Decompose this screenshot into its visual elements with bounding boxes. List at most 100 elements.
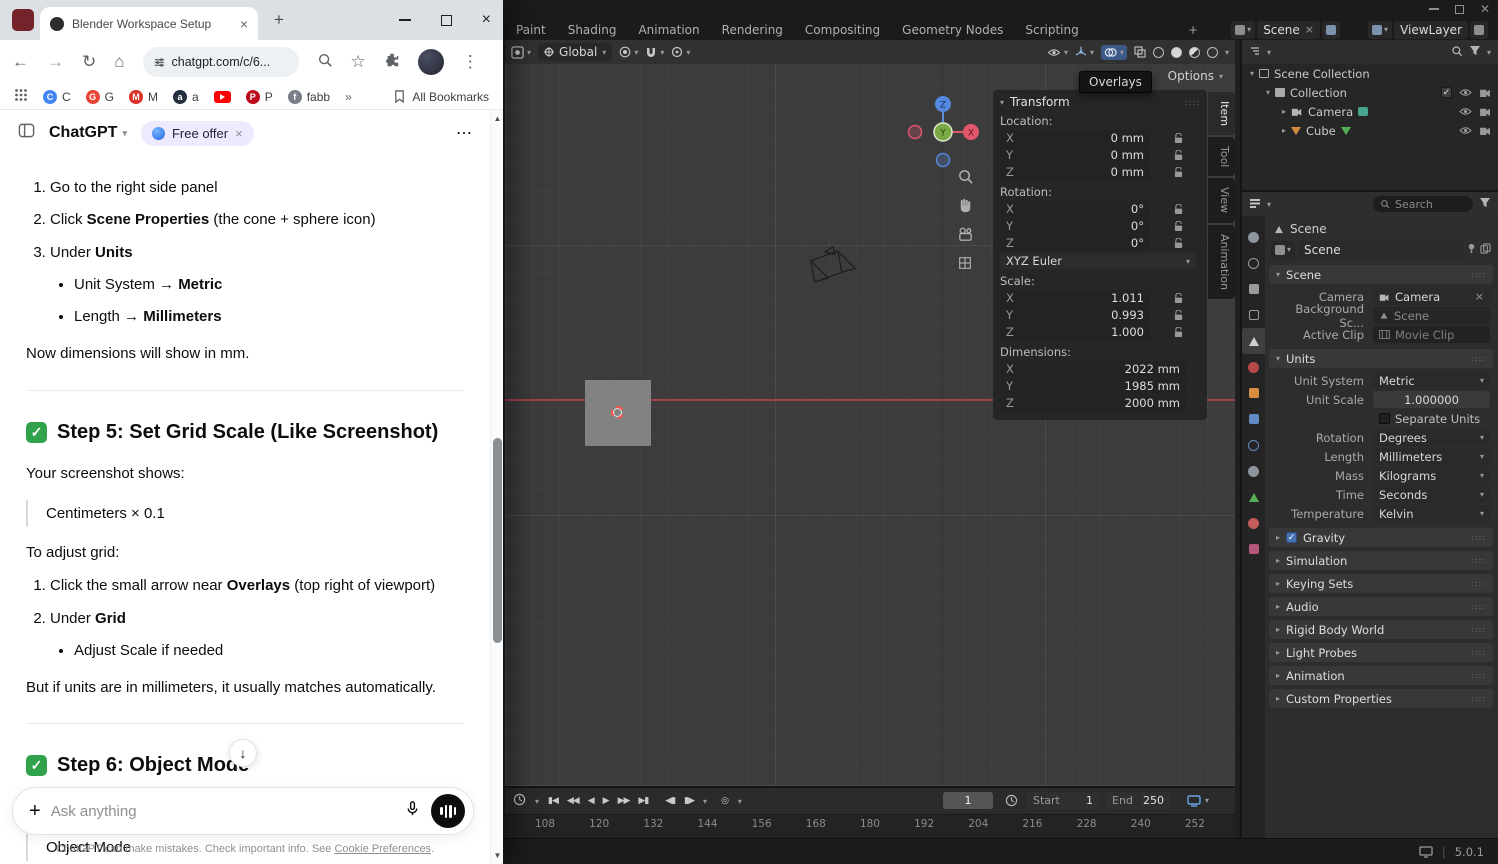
- prev-keyframe-button[interactable]: ◀◀: [567, 796, 580, 806]
- add-workspace-button[interactable]: +: [1180, 20, 1206, 40]
- location-field[interactable]: Y0 mm: [1000, 147, 1150, 163]
- browser-tab[interactable]: Blender Workspace Setup ×: [40, 7, 258, 40]
- close-icon[interactable]: ×: [1305, 23, 1314, 36]
- viewport-3d[interactable]: ▾ Global ▾ ▾ ▾ ▾ ▾ ▾ ▾ ▾ Options ▾ Overl…: [505, 40, 1235, 786]
- workspace-tab[interactable]: Compositing: [794, 20, 891, 40]
- panel-grip-icon[interactable]: ::::: [1471, 625, 1486, 634]
- scale-field[interactable]: X 1.011: [1000, 290, 1150, 306]
- render-visibility-icon[interactable]: [1479, 124, 1492, 138]
- tab-view[interactable]: View: [1208, 178, 1235, 223]
- expand-icon[interactable]: ▸: [1282, 107, 1286, 116]
- camera-field[interactable]: Camera ×: [1373, 288, 1490, 305]
- conversation-menu-icon[interactable]: ⋯: [456, 123, 472, 143]
- unit-dropdown[interactable]: Millimeters ▾: [1373, 448, 1490, 465]
- panel-grip-icon[interactable]: ::::: [1471, 354, 1486, 363]
- render-visibility-icon[interactable]: [1479, 86, 1492, 100]
- transform-orientation-dropdown[interactable]: Global ▾: [538, 43, 613, 61]
- reload-icon[interactable]: ↻: [82, 52, 96, 72]
- properties-search-input[interactable]: Search: [1373, 196, 1473, 212]
- extensions-icon[interactable]: [384, 52, 400, 73]
- bookmark-item-youtube[interactable]: [213, 90, 231, 103]
- search-lens-icon[interactable]: [317, 52, 333, 73]
- panel-grip-icon[interactable]: ::::: [1471, 671, 1486, 680]
- lock-icon[interactable]: [1174, 149, 1183, 161]
- ortho-grid-icon[interactable]: [955, 253, 975, 273]
- viewlayer-browse-button[interactable]: ▾: [1368, 20, 1393, 39]
- next-keyframe-button[interactable]: ▶▶: [618, 796, 631, 806]
- lock-icon[interactable]: [1174, 220, 1183, 232]
- collapsed-panel-header[interactable]: ▸ Rigid Body World ::::: [1269, 620, 1493, 639]
- maximize-icon[interactable]: [1454, 4, 1464, 14]
- background-scene-field[interactable]: Scene: [1373, 307, 1490, 324]
- panel-grip-icon[interactable]: ::::: [1471, 270, 1486, 279]
- outliner-editor-icon[interactable]: [1249, 45, 1261, 60]
- texture-properties-tab[interactable]: [1242, 536, 1265, 562]
- properties-editor-icon[interactable]: [1249, 197, 1261, 212]
- object-properties-tab[interactable]: [1242, 380, 1265, 406]
- viewport-options-button[interactable]: Options ▾: [1168, 69, 1223, 83]
- location-field[interactable]: X0 mm: [1000, 130, 1150, 146]
- exclude-checkbox[interactable]: ✓: [1441, 87, 1452, 98]
- minimize-icon[interactable]: [398, 19, 411, 21]
- end-frame-field[interactable]: End 250: [1105, 792, 1171, 809]
- lock-icon[interactable]: [1174, 292, 1183, 304]
- scene-panel-header[interactable]: ▾ Scene ::::: [1269, 265, 1493, 284]
- browse-scene-button[interactable]: ▾: [1271, 240, 1296, 259]
- unit-system-dropdown[interactable]: Metric ▾: [1373, 372, 1490, 389]
- scrollbar-thumb[interactable]: [493, 438, 502, 643]
- separate-units-checkbox[interactable]: Separate Units: [1373, 410, 1490, 427]
- free-offer-badge[interactable]: Free offer ×: [140, 120, 254, 146]
- material-properties-tab[interactable]: [1242, 510, 1265, 536]
- message-composer[interactable]: +: [12, 787, 474, 835]
- workspace-tab[interactable]: Paint: [505, 20, 557, 40]
- workspace-tab[interactable]: Geometry Nodes: [891, 20, 1014, 40]
- scroll-up-icon[interactable]: ▲: [491, 114, 504, 123]
- lock-icon[interactable]: [1174, 309, 1183, 321]
- close-icon[interactable]: ×: [482, 12, 491, 28]
- current-frame-field[interactable]: 1: [943, 792, 993, 809]
- new-viewlayer-button[interactable]: [1470, 20, 1488, 39]
- snap-toggle[interactable]: ▾: [645, 46, 664, 58]
- collapsed-panel-header[interactable]: ▸ Audio ::::: [1269, 597, 1493, 616]
- collapsed-panel-header[interactable]: ▸ Keying Sets ::::: [1269, 574, 1493, 593]
- bookmarks-overflow-icon[interactable]: »: [345, 90, 352, 104]
- frame-forward-button[interactable]: ▮▶: [684, 796, 695, 806]
- sync-button[interactable]: ▾: [1187, 792, 1209, 809]
- all-bookmarks-button[interactable]: All Bookmarks: [393, 90, 489, 104]
- bookmark-item[interactable]: CC: [43, 89, 71, 104]
- home-icon[interactable]: ⌂: [114, 52, 124, 72]
- outliner-row-cube[interactable]: ▸ Cube: [1242, 121, 1498, 140]
- workspace-tab[interactable]: Rendering: [711, 20, 794, 40]
- pin-icon[interactable]: [1466, 243, 1477, 257]
- collapsed-panel-header[interactable]: ▸ Simulation ::::: [1269, 551, 1493, 570]
- transform-panel-header[interactable]: ▾ Transform ::::: [1000, 95, 1200, 109]
- plane-object[interactable]: [585, 380, 651, 446]
- view-layer-properties-tab[interactable]: [1242, 302, 1265, 328]
- filter-icon[interactable]: [1469, 45, 1481, 59]
- hide-eye-icon[interactable]: [1459, 86, 1472, 100]
- data-properties-tab[interactable]: [1242, 484, 1265, 510]
- gravity-checkbox[interactable]: ✓: [1286, 532, 1298, 543]
- profile-avatar[interactable]: [417, 49, 444, 75]
- maximize-icon[interactable]: [440, 14, 452, 26]
- navigation-gizmo[interactable]: Z X Y: [903, 92, 983, 172]
- new-tab-button[interactable]: +: [274, 10, 284, 30]
- output-properties-tab[interactable]: [1242, 276, 1265, 302]
- play-button[interactable]: ▶: [603, 796, 610, 806]
- panel-grip-icon[interactable]: ::::: [1471, 556, 1486, 565]
- scroll-down-icon[interactable]: ▼: [491, 851, 504, 860]
- bookmark-item[interactable]: MM: [129, 89, 158, 104]
- outliner-row-scene-collection[interactable]: ▾ Scene Collection: [1242, 64, 1498, 83]
- overlays-dropdown[interactable]: ▾: [1100, 44, 1127, 60]
- units-panel-header[interactable]: ▾ Units ::::: [1269, 349, 1493, 368]
- workspace-tab[interactable]: Scripting: [1014, 20, 1089, 40]
- jump-to-start-button[interactable]: ▮◀: [548, 796, 559, 806]
- hide-eye-icon[interactable]: [1459, 105, 1472, 119]
- bookmark-item[interactable]: f fabb: [287, 89, 330, 104]
- minimize-icon[interactable]: [1428, 8, 1439, 10]
- copy-icon[interactable]: [1480, 242, 1491, 257]
- clear-icon[interactable]: ×: [1475, 290, 1484, 303]
- rotation-field[interactable]: X 0°: [1000, 201, 1150, 217]
- scene-browse-button[interactable]: ▾: [1231, 20, 1256, 39]
- dimension-field[interactable]: X 2022 mm: [1000, 361, 1186, 377]
